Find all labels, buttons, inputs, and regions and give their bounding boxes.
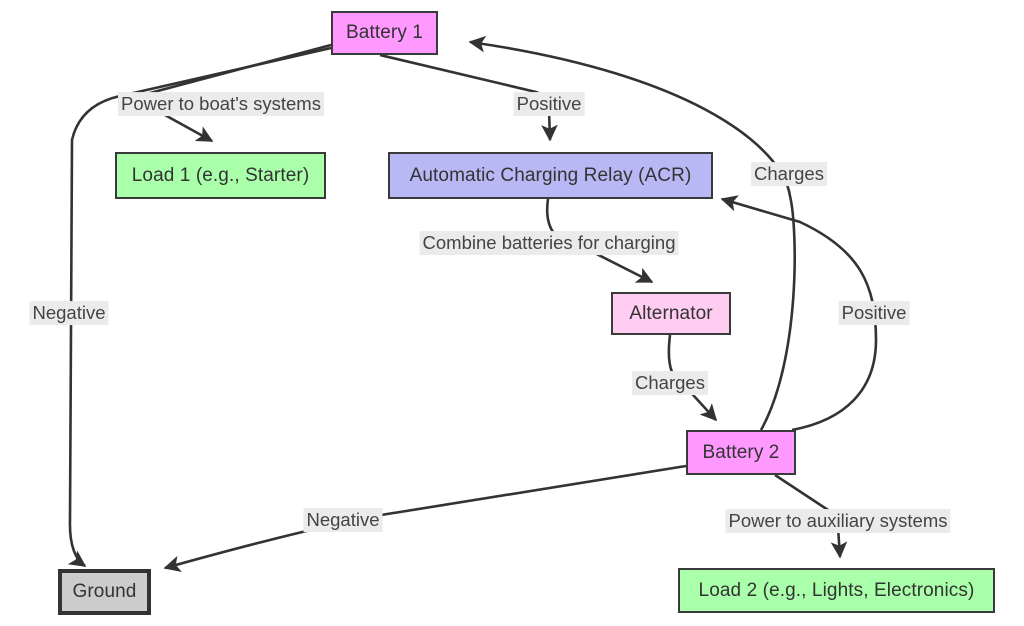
edge-label-text: Charges <box>635 372 705 394</box>
node-battery2[interactable]: Battery 2 <box>686 430 796 475</box>
edge-label-text: Positive <box>841 302 907 324</box>
edge-label-text: Negative <box>306 509 380 531</box>
edge-label-text: Negative <box>32 302 106 324</box>
edge-label-positive-battery1: Positive <box>513 92 585 116</box>
node-alternator[interactable]: Alternator <box>611 292 731 335</box>
edge-label-negative-battery1: Negative <box>29 301 109 325</box>
edge-label-charges-alternator: Charges <box>632 371 708 395</box>
node-load1-label: Load 1 (e.g., Starter) <box>131 164 310 186</box>
node-load2[interactable]: Load 2 (e.g., Lights, Electronics) <box>678 568 995 613</box>
edge-label-combine-batteries: Combine batteries for charging <box>419 231 679 255</box>
edge-label-text: Power to auxiliary systems <box>728 510 948 532</box>
node-load2-label: Load 2 (e.g., Lights, Electronics) <box>698 579 975 601</box>
node-ground-label: Ground <box>72 581 137 602</box>
node-load1[interactable]: Load 1 (e.g., Starter) <box>115 152 326 199</box>
node-acr-label: Automatic Charging Relay (ACR) <box>409 164 692 186</box>
node-battery1-label: Battery 1 <box>346 22 423 43</box>
edge-label-power-to-auxiliary: Power to auxiliary systems <box>725 509 951 533</box>
node-ground[interactable]: Ground <box>58 569 151 615</box>
diagram-canvas: Battery 1 Load 1 (e.g., Starter) Automat… <box>0 0 1024 626</box>
edge-battery2-ground <box>163 464 687 572</box>
node-battery2-label: Battery 2 <box>702 441 780 463</box>
edge-label-positive-battery2: Positive <box>838 301 910 325</box>
node-acr[interactable]: Automatic Charging Relay (ACR) <box>388 152 713 199</box>
edge-label-power-to-boats-systems: Power to boat's systems <box>118 92 324 116</box>
edge-label-charges-battery2: Charges <box>751 162 827 186</box>
edge-label-text: Power to boat's systems <box>121 93 321 115</box>
node-alternator-label: Alternator <box>629 302 713 324</box>
edge-label-text: Combine batteries for charging <box>422 232 676 254</box>
node-battery1[interactable]: Battery 1 <box>331 11 438 55</box>
edge-label-text: Positive <box>516 93 582 115</box>
edge-label-text: Charges <box>754 163 824 185</box>
edge-label-negative-battery2: Negative <box>303 508 383 532</box>
edge-battery1-ground <box>67 46 332 568</box>
